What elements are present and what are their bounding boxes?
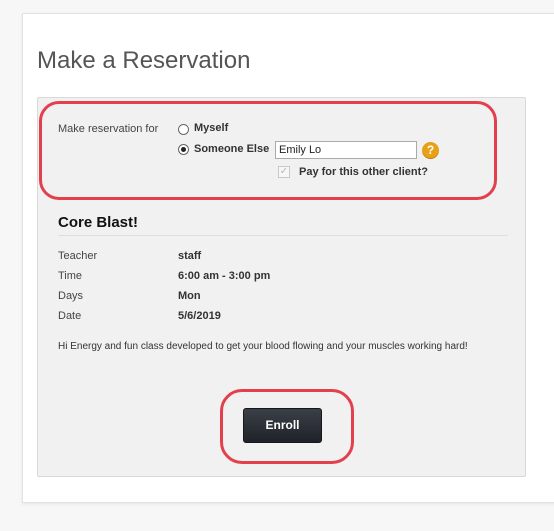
- detail-value-time: 6:00 am - 3:00 pm: [178, 270, 271, 282]
- class-title: Core Blast!: [58, 214, 139, 231]
- detail-label-days: Days: [58, 290, 84, 302]
- detail-value-date: 5/6/2019: [178, 310, 221, 322]
- divider: [58, 235, 508, 236]
- detail-value-teacher: staff: [178, 250, 202, 262]
- myself-label[interactable]: Myself: [194, 122, 228, 134]
- someone-else-label[interactable]: Someone Else: [194, 143, 269, 155]
- class-description: Hi Energy and fun class developed to get…: [58, 341, 468, 352]
- detail-value-days: Mon: [178, 290, 201, 302]
- page-title: Make a Reservation: [37, 47, 251, 74]
- pay-for-other-checkbox[interactable]: ✓: [278, 166, 290, 178]
- reservation-for-label: Make reservation for: [58, 123, 159, 135]
- enroll-button[interactable]: Enroll: [243, 408, 322, 443]
- detail-label-time: Time: [58, 270, 83, 282]
- help-icon[interactable]: ?: [422, 142, 439, 159]
- client-name-input[interactable]: [275, 141, 417, 159]
- detail-label-date: Date: [58, 310, 82, 322]
- myself-radio[interactable]: [178, 124, 189, 135]
- pay-for-other-label[interactable]: Pay for this other client?: [299, 166, 428, 178]
- someone-else-radio[interactable]: [178, 144, 189, 155]
- detail-label-teacher: Teacher: [58, 250, 98, 262]
